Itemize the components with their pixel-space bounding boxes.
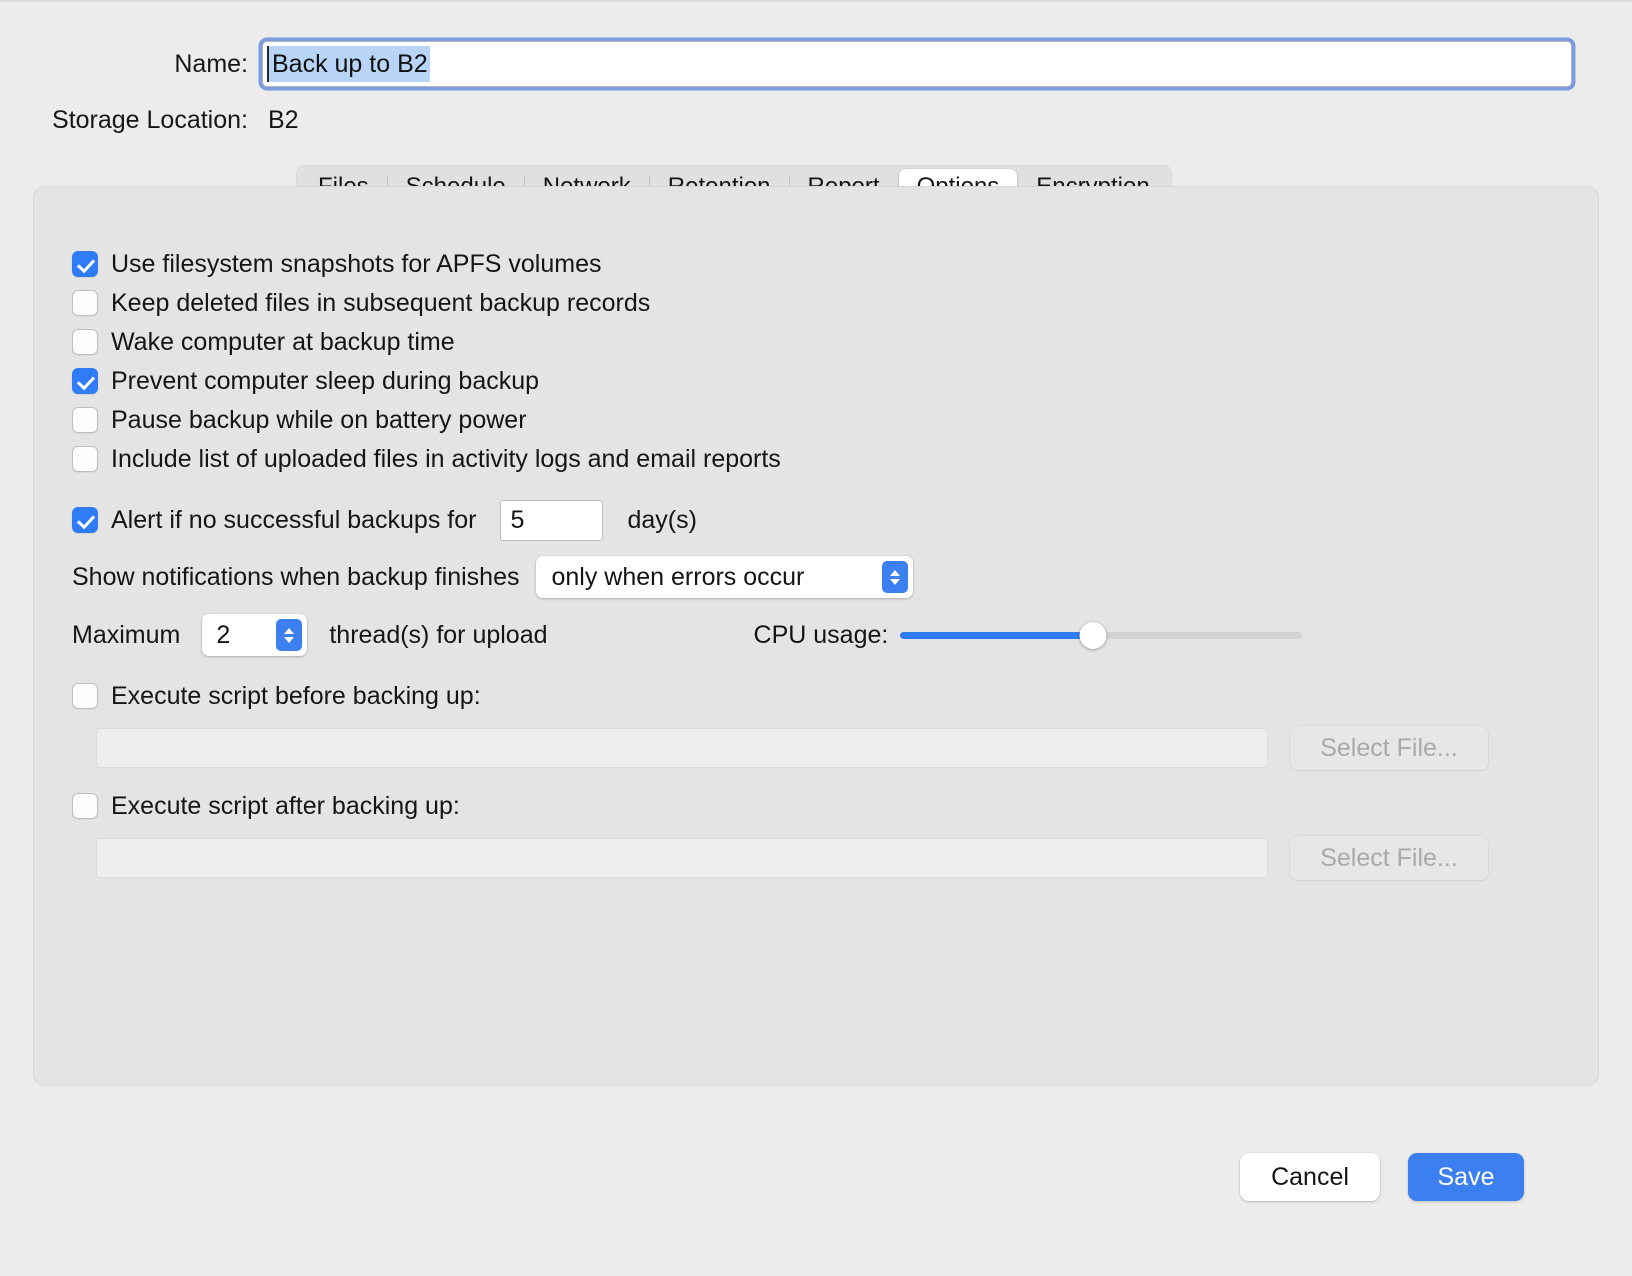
checkbox-script-after[interactable] [72,793,98,819]
backup-settings-window: Name: Back up to B2 Storage Location: B2… [0,0,1632,1276]
storage-location-label: Storage Location: [52,105,248,134]
checkbox-alert-no-backups[interactable] [72,507,98,533]
threads-prefix-label: Maximum [72,620,181,649]
checkbox-row-script-before[interactable]: Execute script before backing up: [72,676,1552,716]
cpu-usage-slider[interactable] [900,621,1303,649]
checkbox-row-wake-computer[interactable]: Wake computer at backup time [72,323,1552,361]
alert-days-input[interactable]: 5 [500,499,604,541]
script-before-select-file-button[interactable]: Select File... [1290,726,1488,770]
chevron-up-glyph [284,627,295,634]
cpu-usage-label: CPU usage: [753,620,889,649]
chevron-up-down-icon[interactable] [881,561,908,593]
notifications-dropdown[interactable]: only when errors occur [535,556,913,598]
script-after-path-input[interactable] [96,838,1268,878]
checkbox-include-file-list[interactable] [72,446,98,472]
cpu-usage-group: CPU usage: [754,621,1303,650]
checkbox-script-before[interactable] [72,683,98,709]
checkbox-label: Keep deleted files in subsequent backup … [111,288,651,317]
name-input[interactable]: Back up to B2 [262,41,1572,87]
cancel-button[interactable]: Cancel [1240,1153,1380,1201]
storage-location-value: B2 [268,105,299,134]
checkbox-label: Wake computer at backup time [111,327,455,356]
notifications-label: Show notifications when backup finishes [72,562,520,591]
checkbox-apfs-snapshots[interactable] [72,251,98,277]
name-row: Name: Back up to B2 [0,40,1632,88]
checkbox-wake-computer[interactable] [72,329,98,355]
checkbox-label: Use filesystem snapshots for APFS volume… [111,249,602,278]
options-panel: Use filesystem snapshots for APFS volume… [33,186,1599,1086]
chevron-up-glyph [889,569,900,576]
checkbox-label: Include list of uploaded files in activi… [111,444,781,473]
script-after-path-row: Select File... [72,836,1552,880]
save-button[interactable]: Save [1408,1153,1524,1201]
slider-thumb[interactable] [1079,621,1107,649]
notifications-row: Show notifications when backup finishes … [72,552,1552,602]
script-before-path-row: Select File... [72,726,1552,770]
threads-cpu-row: Maximum 2 thread(s) for upload CPU usage… [72,610,1552,660]
options-rows: Use filesystem snapshots for APFS volume… [72,245,1552,880]
script-before-path-input[interactable] [96,728,1268,768]
threads-stepper[interactable]: 2 [202,614,308,656]
script-before-label: Execute script before backing up: [111,681,481,710]
checkbox-pause-on-battery[interactable] [72,407,98,433]
script-after-label: Execute script after backing up: [111,791,460,820]
chevron-down-glyph [284,636,295,643]
alert-label: Alert if no successful backups for [111,505,477,534]
alert-row: Alert if no successful backups for 5 day… [72,494,1552,546]
checkbox-row-apfs-snapshots[interactable]: Use filesystem snapshots for APFS volume… [72,245,1552,283]
dialog-footer: Cancel Save [0,1142,1632,1212]
name-input-value: Back up to B2 [267,46,430,82]
alert-days-unit-label: day(s) [627,505,697,534]
notifications-dropdown-value: only when errors occur [551,562,805,591]
script-after-select-file-button[interactable]: Select File... [1290,836,1488,880]
checkbox-label: Prevent computer sleep during backup [111,366,540,395]
checkbox-row-prevent-sleep[interactable]: Prevent computer sleep during backup [72,362,1552,400]
checkbox-keep-deleted-files[interactable] [72,290,98,316]
slider-track-fill [900,631,1094,639]
checkbox-row-script-after[interactable]: Execute script after backing up: [72,786,1552,826]
checkbox-row-include-file-list[interactable]: Include list of uploaded files in activi… [72,440,1552,478]
chevron-down-glyph [889,578,900,585]
threads-stepper-value: 2 [216,620,231,649]
checkbox-label: Pause backup while on battery power [111,405,527,434]
name-label: Name: [174,49,248,78]
checkbox-row-pause-on-battery[interactable]: Pause backup while on battery power [72,401,1552,439]
storage-location-row: Storage Location: B2 [0,100,1632,140]
stepper-up-down-icon[interactable] [276,619,303,651]
threads-suffix-label: thread(s) for upload [329,620,548,649]
checkbox-row-keep-deleted-files[interactable]: Keep deleted files in subsequent backup … [72,284,1552,322]
checkbox-prevent-sleep[interactable] [72,368,98,394]
